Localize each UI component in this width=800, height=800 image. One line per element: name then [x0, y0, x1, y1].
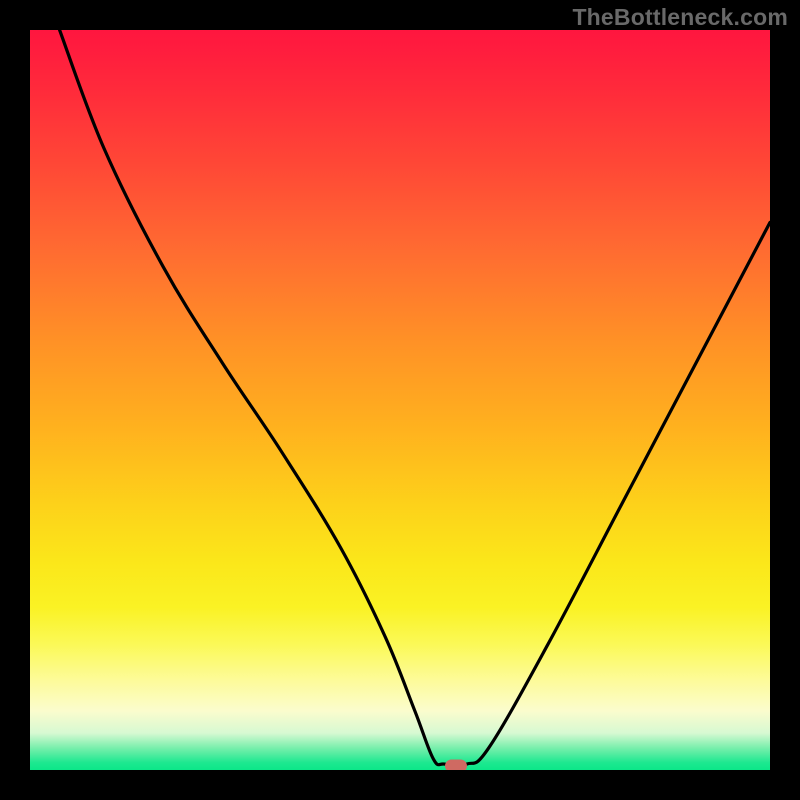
bottleneck-curve	[30, 30, 770, 770]
watermark-text: TheBottleneck.com	[572, 4, 788, 31]
optimum-marker	[445, 760, 467, 770]
plot-area	[30, 30, 770, 770]
curve-path	[60, 30, 770, 766]
chart-frame: TheBottleneck.com	[0, 0, 800, 800]
